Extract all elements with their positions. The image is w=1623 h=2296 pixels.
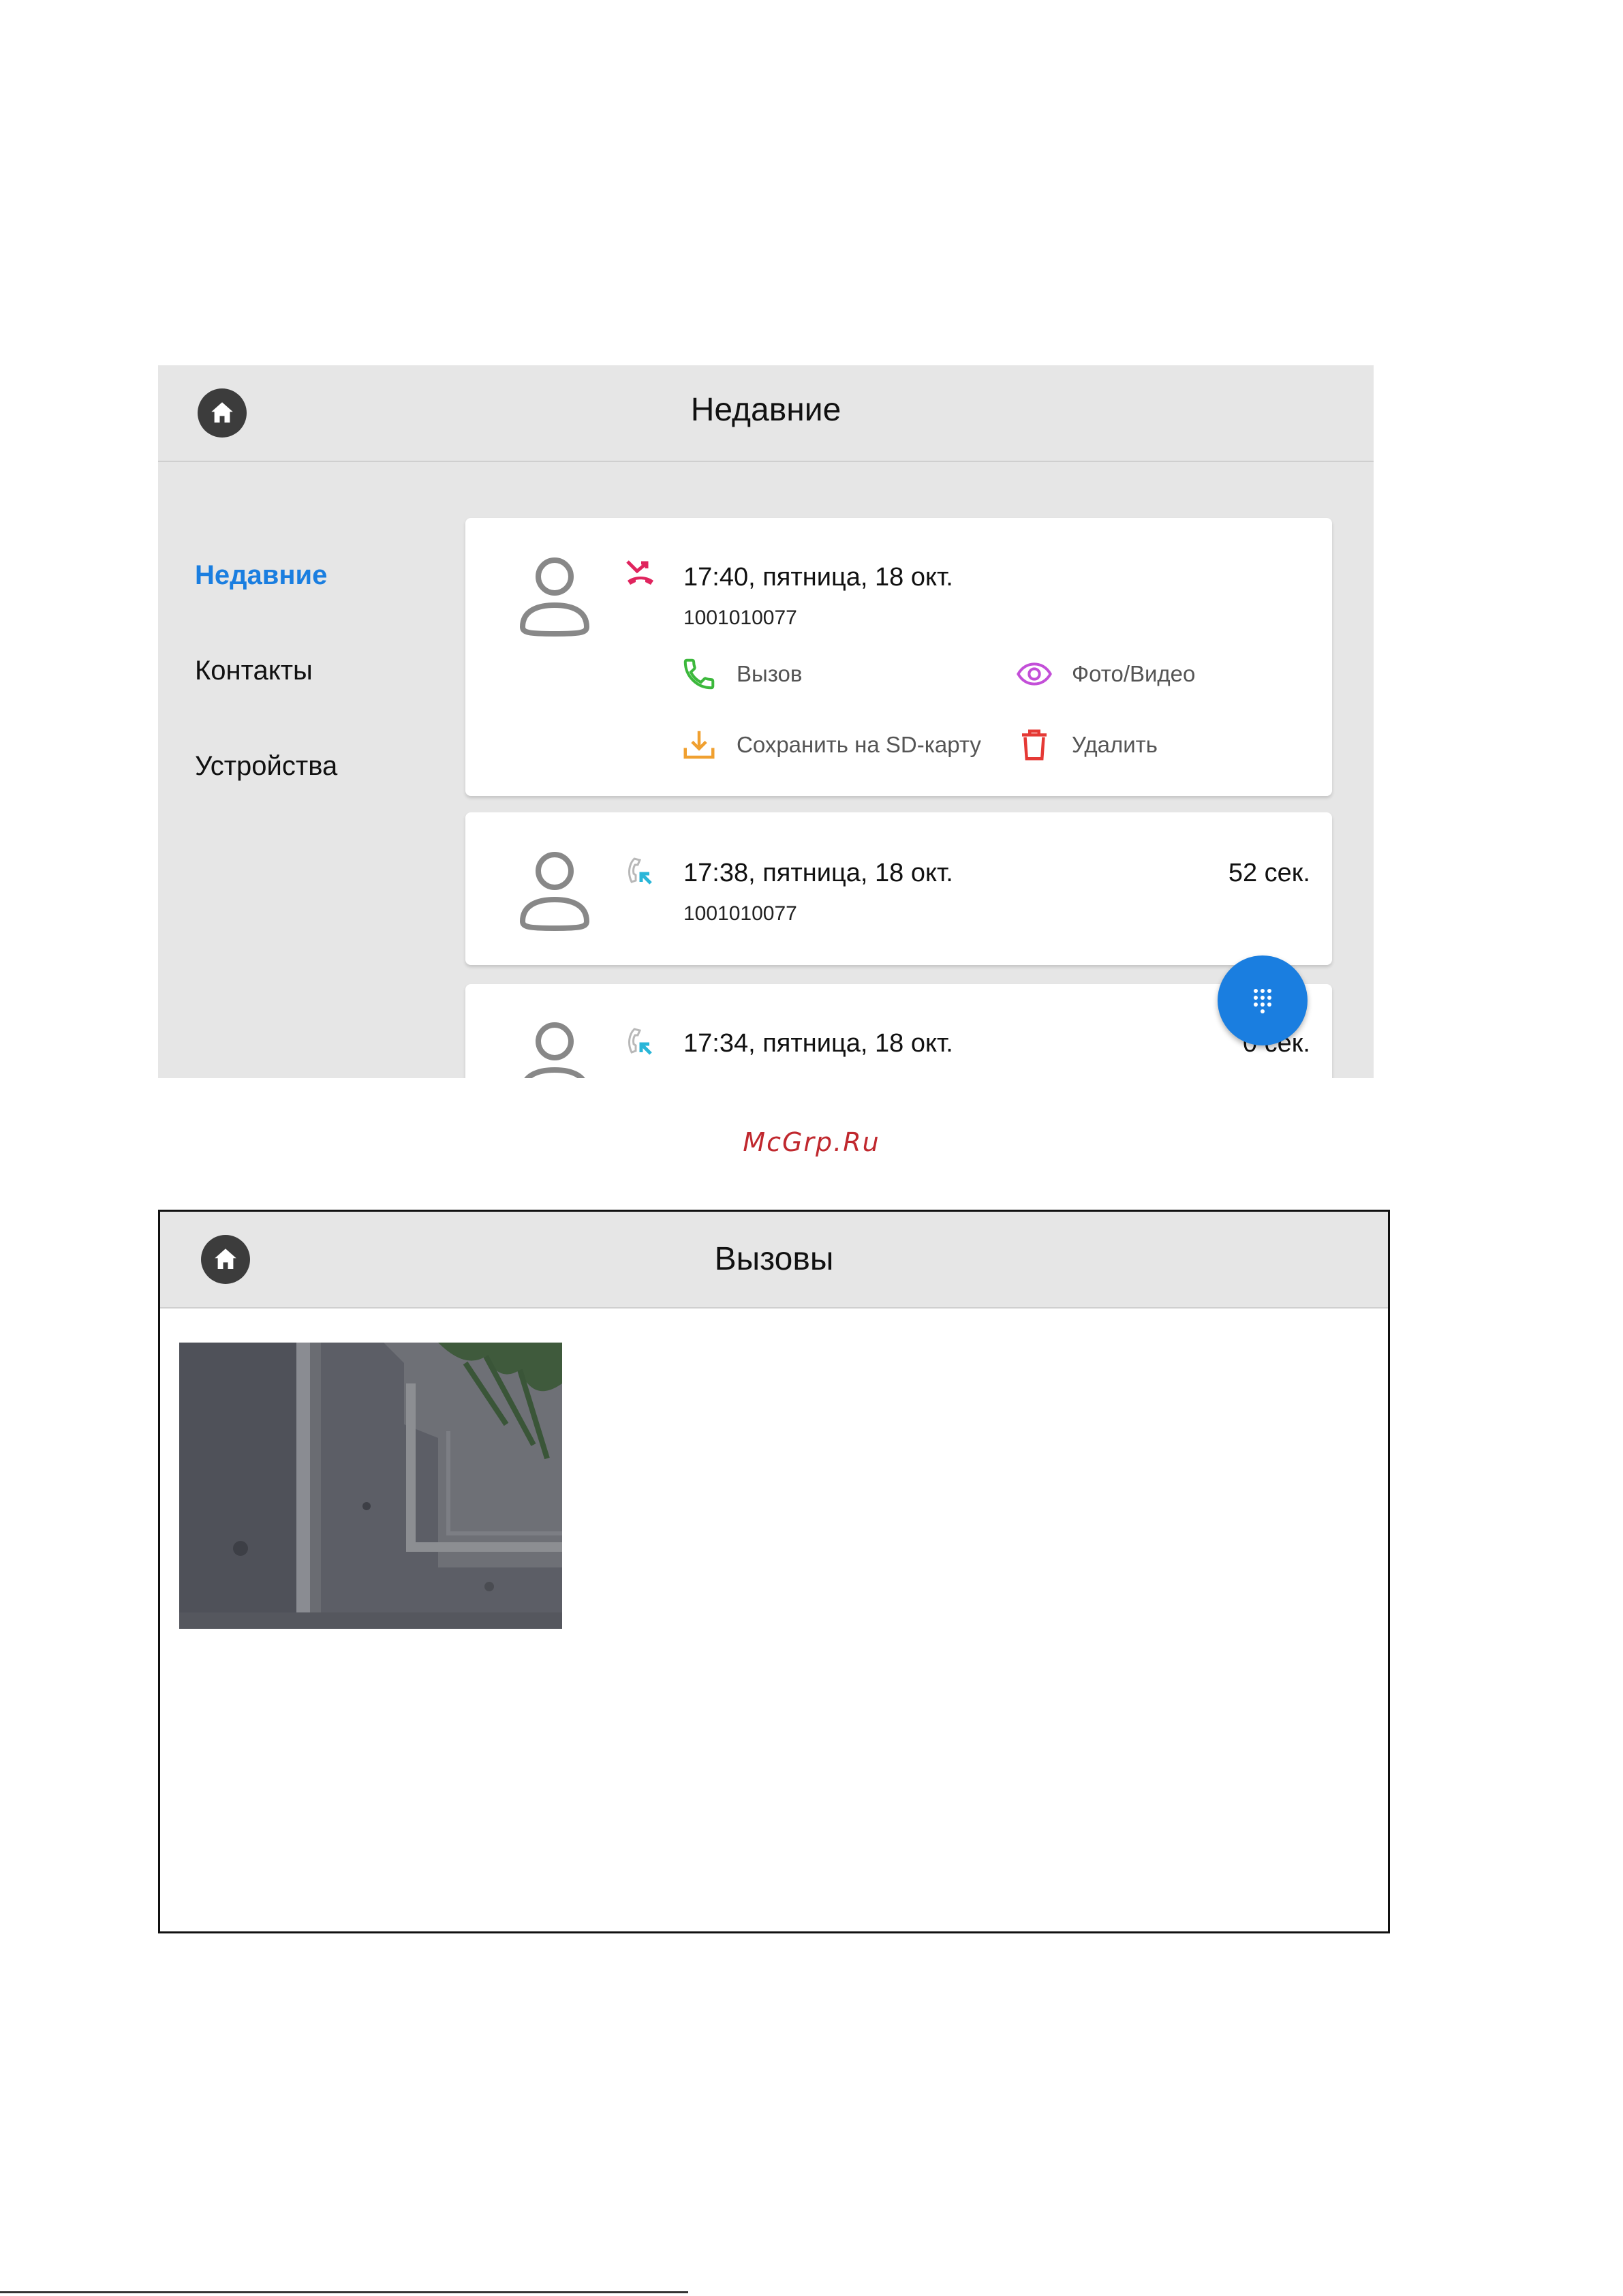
download-icon bbox=[683, 731, 715, 759]
eye-icon bbox=[1017, 662, 1052, 686]
page-divider bbox=[0, 2291, 688, 2293]
call-time: 17:34, пятница, 18 окт. bbox=[683, 1029, 953, 1058]
dialpad-button[interactable] bbox=[1218, 955, 1308, 1045]
screen-header: Недавние bbox=[158, 365, 1374, 462]
sidebar-item-recent[interactable]: Недавние bbox=[195, 560, 337, 656]
calls-screen: Вызовы bbox=[158, 1210, 1390, 1933]
person-icon bbox=[519, 557, 590, 637]
caller-number: 1001010077 bbox=[683, 902, 797, 925]
incoming-call-icon bbox=[628, 1028, 652, 1055]
call-log-item[interactable]: 17:38, пятница, 18 окт. 1001010077 52 се… bbox=[465, 812, 1332, 965]
caller-number: 1001010077 bbox=[683, 607, 797, 629]
call-log-item-expanded[interactable]: 17:40, пятница, 18 окт. 1001010077 Вызов… bbox=[465, 518, 1332, 796]
sidebar: Недавние Контакты Устройства bbox=[195, 560, 337, 846]
watermark-text: McGrp.Ru bbox=[743, 1127, 880, 1157]
save-to-sd-button[interactable]: Сохранить на SD-карту bbox=[681, 726, 981, 763]
camera-snapshot[interactable] bbox=[179, 1343, 562, 1629]
delete-button[interactable]: Удалить bbox=[1016, 726, 1158, 763]
call-time: 17:40, пятница, 18 окт. bbox=[683, 563, 953, 592]
save-to-sd-label: Сохранить на SD-карту bbox=[737, 732, 981, 757]
trash-icon bbox=[1022, 729, 1047, 761]
snapshot-image bbox=[179, 1343, 562, 1629]
call-log-item[interactable]: 17:34, пятница, 18 окт. 0 сек. bbox=[465, 984, 1332, 1078]
recent-calls-screen: Недавние Недавние Контакты Устройства 17… bbox=[158, 365, 1374, 1078]
call-time: 17:38, пятница, 18 окт. bbox=[683, 859, 953, 887]
call-duration: 52 сек. bbox=[1228, 859, 1310, 887]
incoming-call-icon bbox=[628, 857, 652, 885]
dialpad-icon bbox=[1254, 989, 1271, 1013]
call-back-label: Вызов bbox=[737, 661, 803, 686]
screen-header: Вызовы bbox=[160, 1212, 1388, 1308]
delete-label: Удалить bbox=[1072, 732, 1158, 757]
phone-icon bbox=[683, 658, 715, 690]
photo-video-button[interactable]: Фото/Видео bbox=[1016, 656, 1195, 692]
page-title: Недавние bbox=[690, 392, 841, 428]
person-icon bbox=[524, 1022, 585, 1078]
sidebar-item-contacts[interactable]: Контакты bbox=[195, 656, 337, 751]
call-back-button[interactable]: Вызов bbox=[681, 656, 802, 692]
missed-call-icon bbox=[626, 560, 653, 585]
photo-video-label: Фото/Видео bbox=[1072, 661, 1196, 686]
sidebar-item-devices[interactable]: Устройства bbox=[195, 751, 337, 846]
person-icon bbox=[519, 852, 590, 931]
page-title: Вызовы bbox=[714, 1241, 834, 1277]
